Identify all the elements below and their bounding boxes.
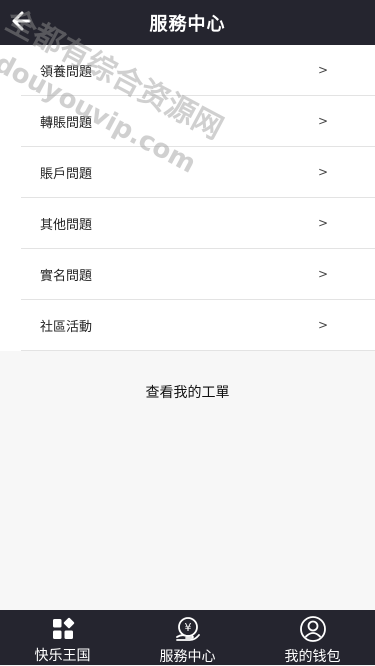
chevron-right-icon: >	[317, 216, 328, 230]
menu-item-transfer[interactable]: 轉賬問題 >	[21, 96, 375, 147]
menu-item-label: 轉賬問題	[40, 114, 93, 130]
back-arrow-icon	[12, 11, 31, 31]
menu-item-account[interactable]: 賬戶問題 >	[21, 147, 375, 198]
svg-text:¥: ¥	[184, 621, 191, 634]
top-nav-bar: 服務中心	[0, 0, 375, 45]
menu-item-other[interactable]: 其他問題 >	[21, 198, 375, 249]
menu-item-real-name[interactable]: 實名問題 >	[21, 249, 375, 300]
menu-item-label: 領養問題	[40, 63, 93, 79]
tab-service-center[interactable]: ¥ 服務中心	[125, 610, 250, 665]
tab-label: 快乐王国	[34, 647, 91, 663]
bottom-tab-bar: 快乐王国 ¥ 服務中心 我的钱包	[0, 610, 375, 665]
user-circle-icon	[299, 615, 327, 643]
chevron-right-icon: >	[317, 318, 328, 332]
tab-label: 服務中心	[159, 648, 216, 664]
page-title: 服務中心	[149, 13, 226, 34]
service-hand-icon: ¥	[174, 615, 202, 643]
chevron-right-icon: >	[317, 267, 328, 281]
chevron-right-icon: >	[317, 165, 328, 179]
chevron-right-icon: >	[317, 114, 328, 128]
menu-item-community[interactable]: 社區活動 >	[21, 300, 375, 351]
service-menu-list: 領養問題 > 轉賬問題 > 賬戶問題 > 其他問題 > 實名問題 > 社區活動 …	[0, 45, 375, 351]
menu-item-label: 實名問題	[40, 267, 93, 283]
tab-happy-kingdom[interactable]: 快乐王国	[0, 610, 125, 665]
tab-label: 我的钱包	[284, 648, 341, 664]
menu-item-adoption[interactable]: 領養問題 >	[21, 45, 375, 96]
back-button[interactable]	[8, 8, 34, 34]
chevron-right-icon: >	[317, 63, 328, 77]
menu-item-label: 賬戶問題	[40, 165, 93, 181]
view-my-tickets-link[interactable]: 查看我的工單	[0, 382, 375, 402]
apps-grid-icon	[50, 615, 76, 642]
menu-item-label: 社區活動	[40, 318, 93, 334]
tab-my-wallet[interactable]: 我的钱包	[250, 610, 375, 665]
menu-item-label: 其他問題	[40, 216, 93, 232]
